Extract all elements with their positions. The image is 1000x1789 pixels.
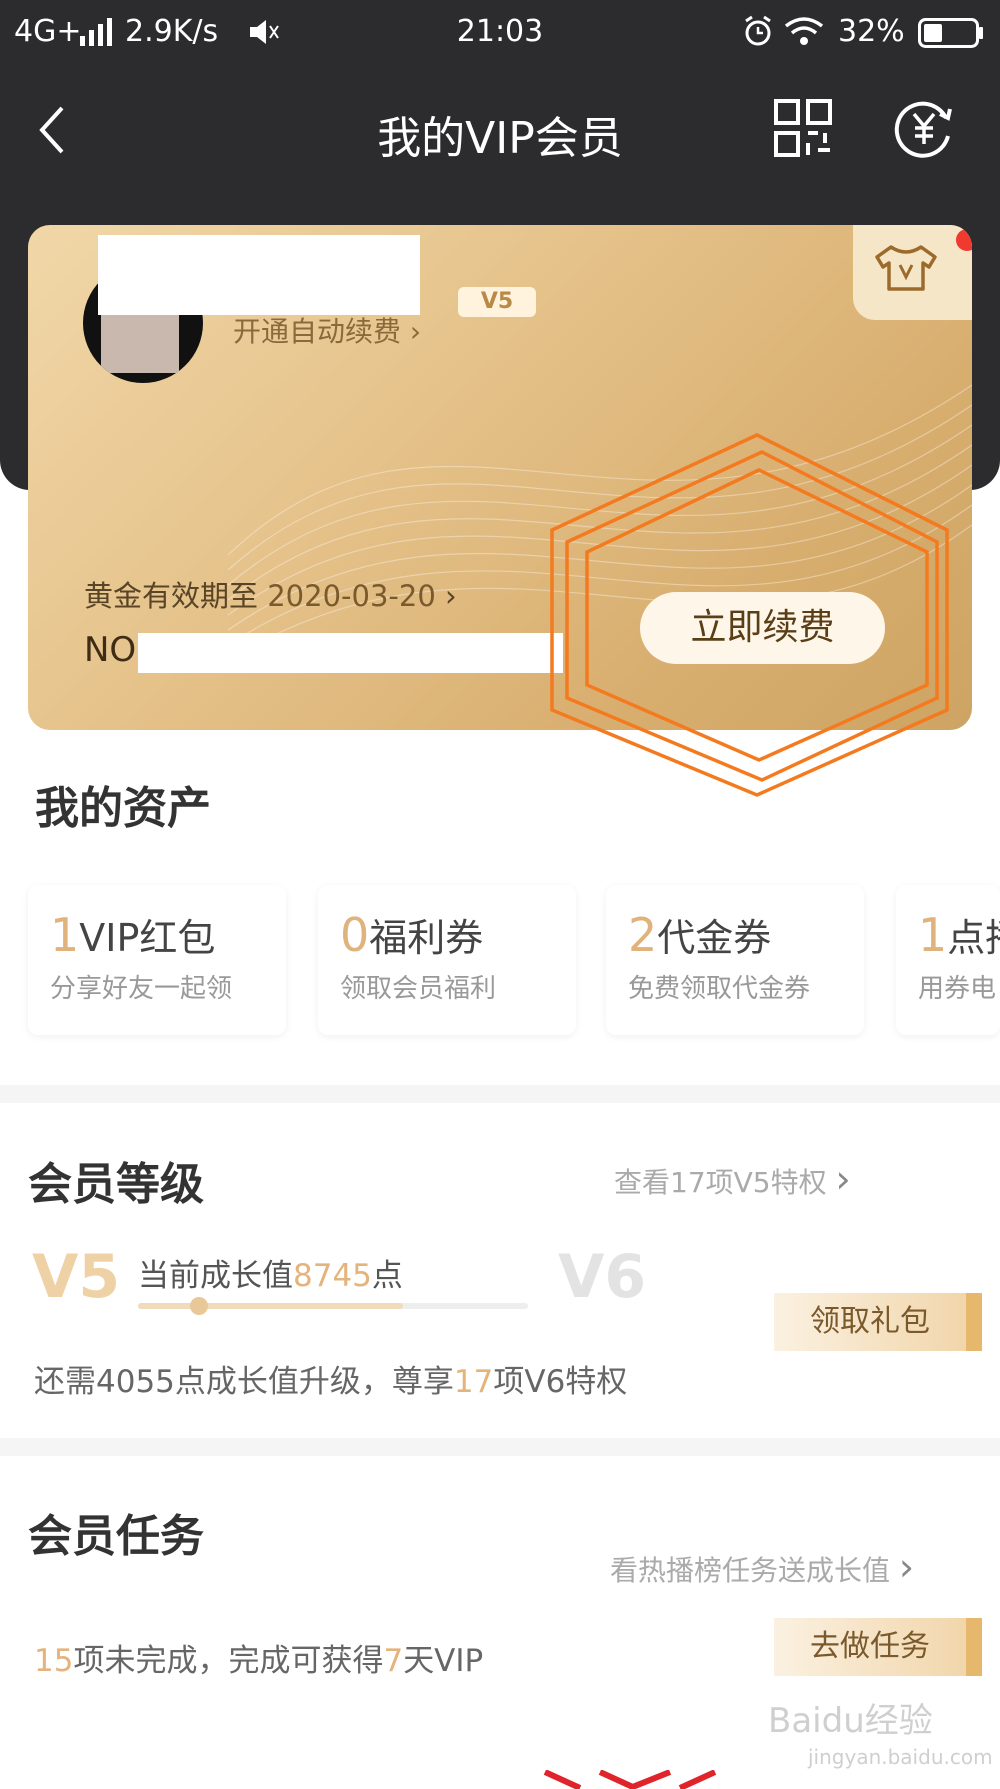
watermark-brand: Baidu经验: [768, 1701, 933, 1741]
level-progress-knob: [190, 1297, 208, 1315]
status-bar: 4G+ 2.9K/s 21:03 32%: [0, 0, 1000, 70]
asset-card-red-packet[interactable]: 1VIP红包 分享好友一起领: [28, 885, 286, 1035]
section-divider: [0, 1085, 1000, 1103]
expiry-label: 黄金有效期至: [84, 579, 259, 613]
tasks-desc: 项未完成，完成可获得: [73, 1643, 384, 1679]
tshirt-icon: [875, 245, 937, 291]
asset-count: 1: [50, 908, 80, 962]
nav-bar: 我的VIP会员: [0, 70, 1000, 190]
growth-prefix: 当前成长值: [138, 1258, 293, 1294]
section-divider: [0, 1438, 1000, 1456]
auto-renew-link[interactable]: 开通自动续费 ›: [233, 310, 421, 350]
page-title: 我的VIP会员: [377, 113, 623, 164]
incomplete-count: 15: [34, 1643, 74, 1679]
tasks-link[interactable]: 看热播榜任务送成长值 ›: [610, 1545, 914, 1589]
asset-count: 2: [628, 908, 658, 962]
upgrade-text: 还需4055点成长值升级，尊享: [34, 1364, 454, 1400]
level-badge: V5: [458, 287, 536, 317]
asset-desc: 分享好友一起领: [50, 974, 233, 1004]
battery-percent: 32%: [838, 14, 905, 49]
asset-desc: 免费领取代金券: [628, 974, 811, 1004]
asset-title: 0福利券: [340, 907, 483, 962]
asset-title: 1VIP红包: [50, 907, 215, 962]
level-progress-fill: [138, 1303, 404, 1309]
upgrade-count: 17: [453, 1364, 494, 1400]
asset-count: 1: [918, 908, 948, 962]
battery-icon: [918, 18, 983, 48]
growth-suffix: 点: [371, 1258, 403, 1294]
card-number-redaction: [138, 633, 563, 673]
asset-card-welfare-coupon[interactable]: 0福利券 领取会员福利: [318, 885, 576, 1035]
level-privileges-link[interactable]: 查看17项V5特权 ›: [614, 1157, 851, 1201]
hexagon-annotation: [550, 433, 949, 797]
auto-renew-label: 开通自动续费: [233, 315, 402, 348]
expiry-link[interactable]: 黄金有效期至 2020-03-20 ›: [84, 573, 457, 615]
skin-button[interactable]: [853, 225, 972, 320]
growth-value-text: 当前成长值8745点: [138, 1250, 403, 1295]
current-level-label: V5: [32, 1242, 121, 1312]
asset-label: 福利券: [369, 916, 484, 960]
card-number: NO: [84, 630, 136, 670]
next-level-label: V6: [558, 1242, 647, 1312]
tasks-link-label: 看热播榜任务送成长值: [610, 1554, 891, 1587]
level-privileges-label: 查看17项V5特权: [614, 1166, 827, 1199]
upgrade-text-end: 项V6特权: [493, 1364, 628, 1400]
asset-label: VIP红包: [79, 916, 216, 960]
qr-code-icon[interactable]: [773, 98, 833, 158]
username-redaction: [98, 235, 420, 315]
watermark-url: jingyan.baidu.com: [808, 1745, 993, 1769]
asset-label: 点播: [947, 916, 1000, 960]
do-tasks-button[interactable]: 去做任务: [774, 1618, 982, 1676]
asset-desc: 用券电: [918, 974, 997, 1004]
asset-title: 2代金券: [628, 907, 771, 962]
level-title: 会员等级: [28, 1159, 204, 1210]
asset-desc: 领取会员福利: [340, 974, 497, 1004]
bottom-red-mark: [543, 1770, 717, 1789]
chevron-right-icon: ›: [445, 579, 457, 613]
expiry-date: 2020-03-20: [267, 579, 436, 613]
card-number-prefix: NO: [84, 630, 137, 670]
chevron-right-icon: ›: [898, 1545, 915, 1589]
asset-label: 代金券: [657, 916, 772, 960]
claim-gift-button[interactable]: 领取礼包: [774, 1293, 982, 1351]
notification-dot: [956, 229, 972, 251]
currency-exchange-icon[interactable]: [892, 96, 956, 160]
alarm-icon: [745, 15, 771, 46]
asset-card-on-demand[interactable]: 1点播 用券电: [896, 885, 1000, 1035]
tasks-title: 会员任务: [28, 1511, 204, 1562]
asset-count: 0: [340, 908, 370, 962]
chevron-right-icon: ›: [835, 1157, 851, 1201]
asset-card-voucher[interactable]: 2代金券 免费领取代金券: [606, 885, 864, 1035]
asset-title: 1点播: [918, 907, 1000, 962]
tasks-desc-end: 天VIP: [403, 1643, 484, 1679]
wifi-icon: [784, 17, 824, 45]
assets-title: 我的资产: [35, 783, 211, 834]
level-progress-track: [138, 1297, 528, 1315]
chevron-right-icon: ›: [409, 315, 422, 348]
growth-value: 8745: [293, 1258, 372, 1294]
tasks-info: 15项未完成，完成可获得7天VIP: [34, 1635, 483, 1680]
upgrade-info: 还需4055点成长值升级，尊享17项V6特权: [34, 1356, 627, 1401]
reward-days: 7: [383, 1643, 404, 1679]
